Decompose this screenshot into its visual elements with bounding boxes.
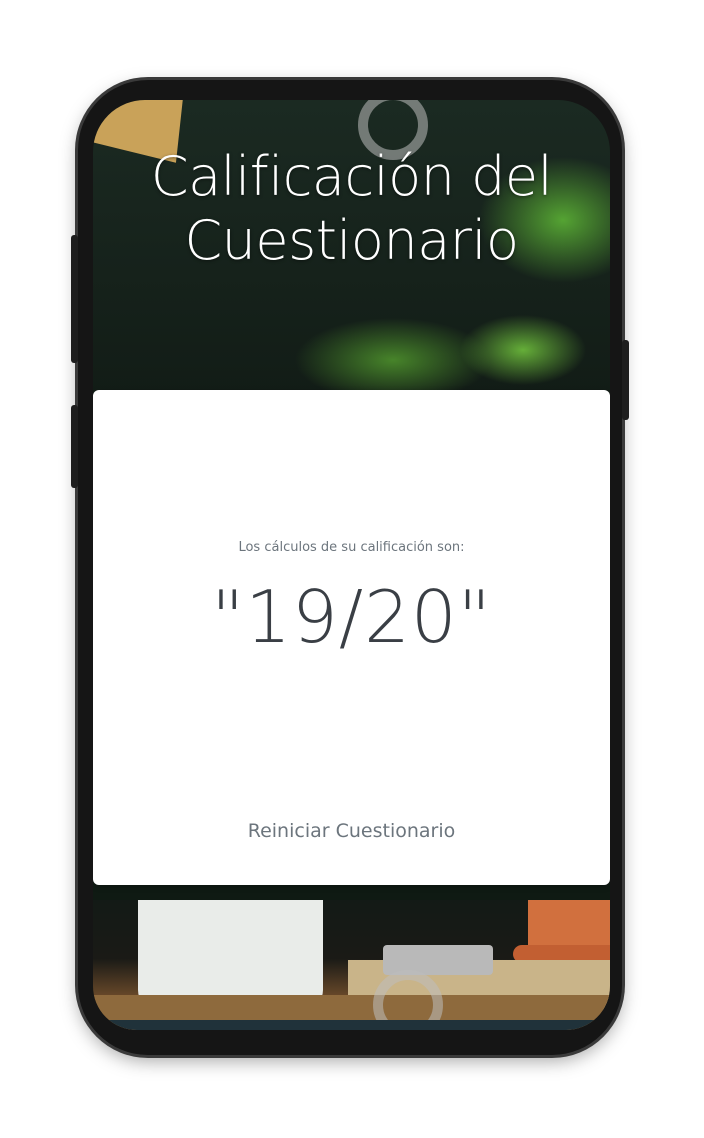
result-card: Los cálculos de su calificación son: "19… bbox=[93, 390, 610, 885]
power-button bbox=[622, 340, 629, 420]
volume-up-button bbox=[71, 235, 78, 363]
volume-down-button bbox=[71, 405, 78, 488]
white-plant-pot bbox=[138, 900, 323, 1010]
phone-frame: Calificación del Cuestionario Los cálcul… bbox=[71, 80, 629, 1055]
restart-quiz-button[interactable]: Reiniciar Cuestionario bbox=[93, 820, 610, 842]
score-value: "19/20" bbox=[211, 575, 492, 659]
result-caption: Los cálculos de su calificación son: bbox=[238, 540, 465, 555]
page-title: Calificación del Cuestionario bbox=[150, 145, 553, 272]
bottom-bar bbox=[93, 1020, 610, 1030]
app-screen: Calificación del Cuestionario Los cálcul… bbox=[93, 100, 610, 1030]
